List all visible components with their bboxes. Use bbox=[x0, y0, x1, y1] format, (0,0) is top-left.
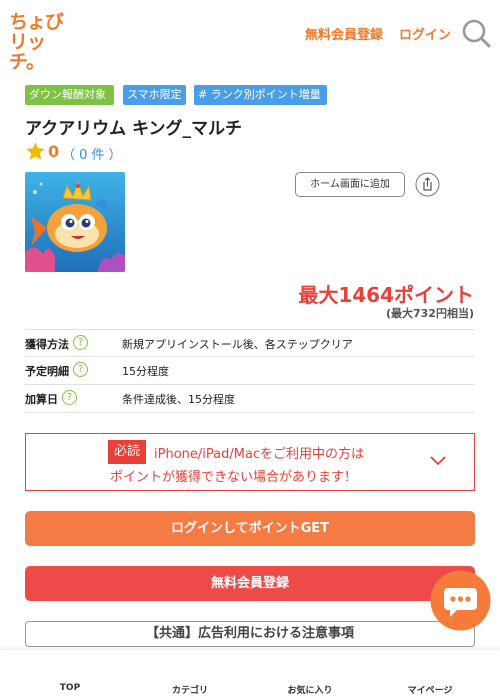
warning-text-line2: ポイントが獲得できない場合があります！ bbox=[110, 470, 358, 485]
tag-download-reward: ダウン報酬対象 bbox=[25, 85, 114, 105]
info-label: 加算日 bbox=[25, 393, 58, 406]
logo-line2: リッチ。 bbox=[9, 31, 46, 73]
search-icon[interactable] bbox=[461, 18, 491, 48]
header-login-link[interactable]: ログイン bbox=[399, 24, 451, 43]
tag-smartphone-only: スマホ限定 bbox=[123, 85, 186, 105]
add-to-home-button[interactable]: ホーム画面に追加 bbox=[295, 172, 405, 197]
help-icon[interactable]: ? bbox=[62, 390, 77, 405]
nav-favorites[interactable]: お気に入り bbox=[260, 650, 360, 700]
rating-count[interactable]: （ 0 件 ） bbox=[62, 144, 122, 163]
site-header: ちょび リッチ。 無料会員登録 ログイン bbox=[0, 0, 500, 72]
home-icon bbox=[56, 657, 84, 679]
share-icon[interactable] bbox=[415, 172, 440, 197]
chat-icon[interactable] bbox=[430, 570, 491, 631]
info-value: 15分程度 bbox=[122, 365, 169, 378]
max-points-yen: (最大732円相当) bbox=[385, 307, 474, 320]
info-row-schedule: 予定明細 ? 15分程度 bbox=[25, 357, 475, 385]
nav-label: マイページ bbox=[407, 686, 453, 696]
chevron-down-icon[interactable] bbox=[429, 455, 447, 467]
info-row-method: 獲得方法 ? 新規アプリインストール後、各ステップクリア bbox=[25, 329, 475, 357]
info-label: 予定明細 bbox=[25, 365, 69, 378]
app-icon-image bbox=[25, 172, 125, 272]
warning-text-line1: iPhone/iPad/Macをご利用中の方は bbox=[154, 447, 365, 462]
info-value: 新規アプリインストール後、各ステップクリア bbox=[122, 338, 353, 351]
site-logo[interactable]: ちょび リッチ。 bbox=[9, 11, 71, 72]
info-row-credit-date: 加算日 ? 条件達成後、15分程度 bbox=[25, 385, 475, 413]
nav-mypage[interactable]: マイページ bbox=[380, 650, 480, 700]
star-icon bbox=[26, 142, 45, 160]
rating-value: 0 bbox=[48, 142, 60, 161]
info-label: 獲得方法 bbox=[25, 338, 69, 351]
device-warning-accordion[interactable]: 必読 iPhone/iPad/Macをご利用中の方は ポイントが獲得できない場合… bbox=[25, 433, 475, 491]
logo-line1: ちょび bbox=[9, 11, 64, 33]
must-read-badge: 必読 bbox=[108, 440, 146, 464]
bottom-navigation: TOP カテゴリ お気に入り マイページ bbox=[0, 650, 500, 700]
nav-category[interactable]: カテゴリ bbox=[140, 650, 240, 700]
header-signup-link[interactable]: 無料会員登録 bbox=[305, 24, 383, 43]
nav-label: カテゴリ bbox=[171, 686, 208, 696]
login-get-points-button[interactable]: ログインしてポイントGET bbox=[25, 511, 475, 546]
max-points: 最大1464ポイント bbox=[298, 283, 474, 307]
help-icon[interactable]: ? bbox=[73, 335, 88, 350]
tag-rank-bonus[interactable]: # ランク別ポイント増量 bbox=[194, 85, 327, 105]
nav-top[interactable]: TOP bbox=[20, 650, 120, 700]
nav-label: TOP bbox=[59, 683, 81, 693]
info-table: 獲得方法 ? 新規アプリインストール後、各ステップクリア 予定明細 ? 15分程… bbox=[25, 329, 475, 413]
free-signup-button[interactable]: 無料会員登録 bbox=[25, 566, 475, 601]
app-title: アクアリウム キング_マルチ bbox=[25, 119, 243, 139]
ad-notice-button[interactable]: 【共通】広告利用における注意事項 bbox=[25, 621, 475, 647]
nav-label: お気に入り bbox=[287, 686, 333, 696]
info-value: 条件達成後、15分程度 bbox=[122, 393, 235, 406]
help-icon[interactable]: ? bbox=[73, 362, 88, 377]
